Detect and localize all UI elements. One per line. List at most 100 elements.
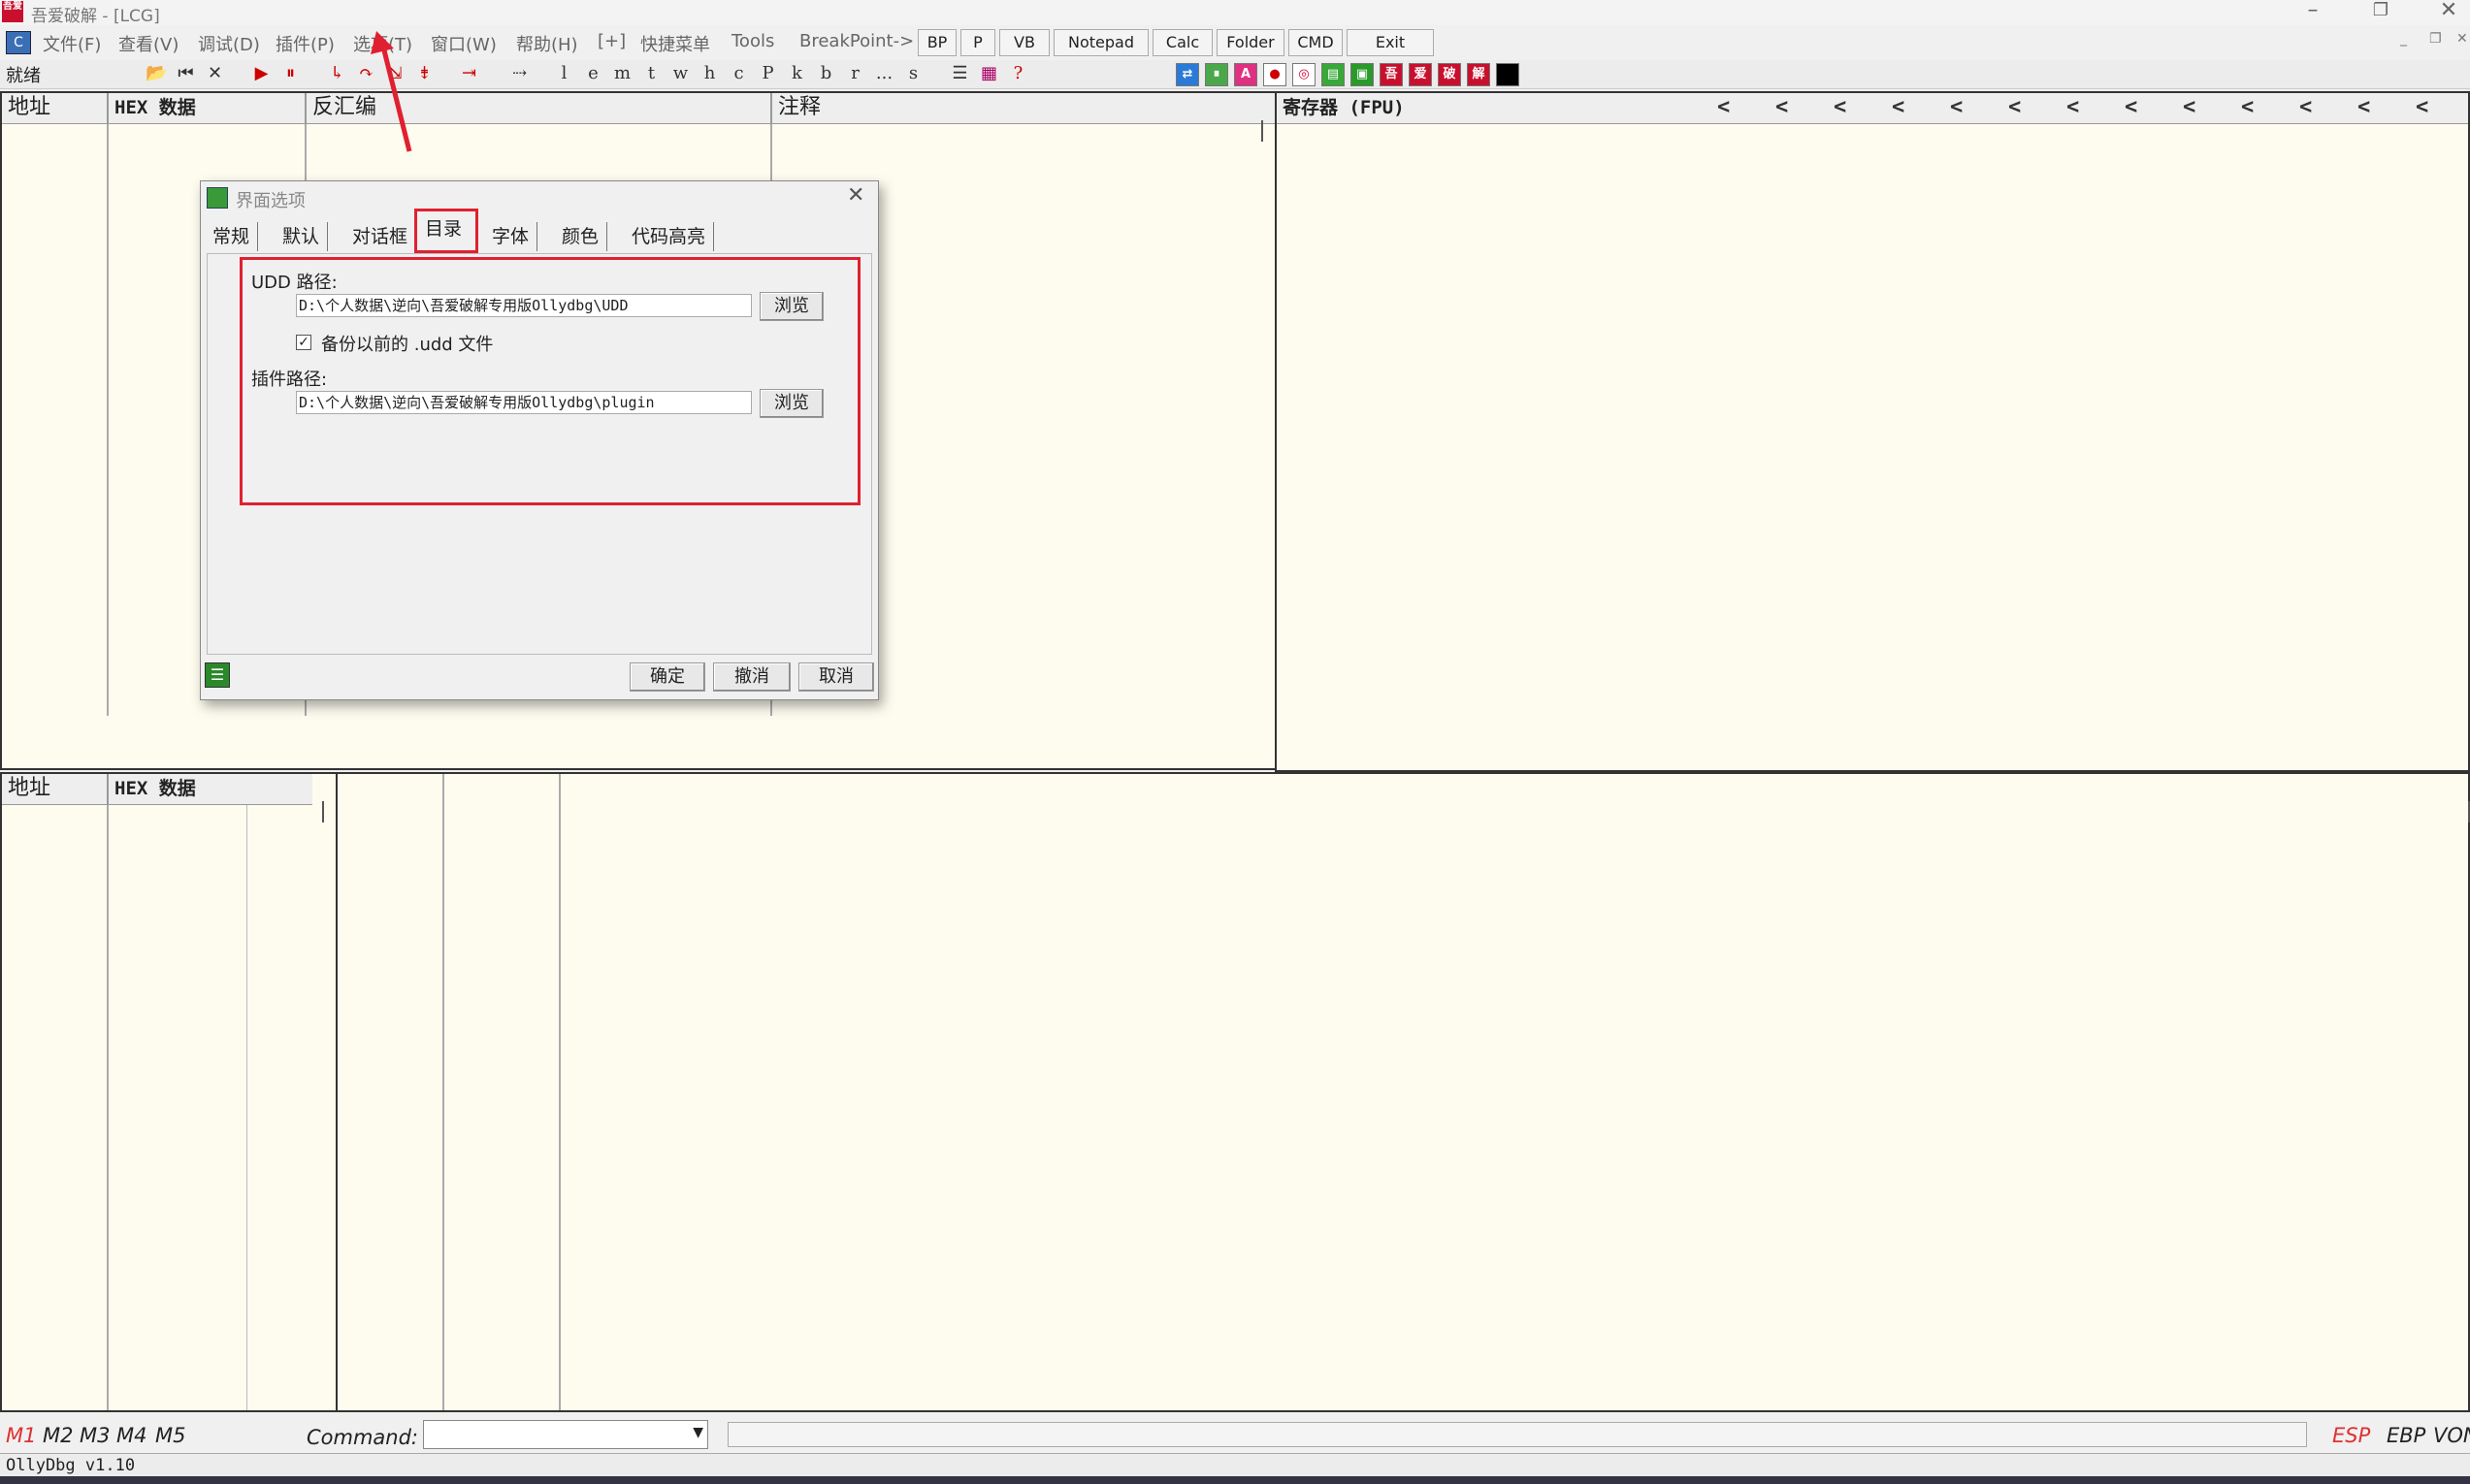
arrow-left-icon[interactable]: < [2357,93,2370,122]
arrow-left-icon[interactable]: < [1834,93,1846,122]
jie-icon[interactable]: 解 [1467,63,1490,86]
toolbar-l[interactable]: l [551,62,577,86]
mdi-restore-icon[interactable]: ❐ [2429,31,2442,47]
toolbar-t[interactable]: t [638,62,665,86]
memory-m3[interactable]: M3 [80,1424,110,1447]
dump-col-address[interactable]: 地址 [2,774,50,804]
registers-pane[interactable]: 寄存器 (FPU) < < < < < < < < < < < < < [1275,91,2470,772]
tab-fonts[interactable]: 字体 [484,222,538,251]
black-box-icon[interactable] [1496,63,1519,86]
arrow-left-icon[interactable]: < [1775,93,1788,122]
close-program-icon[interactable]: ✕ [202,62,228,86]
toolbar-e[interactable]: e [580,62,606,86]
arrow-left-icon[interactable]: < [1717,93,1730,122]
tab-colors[interactable]: 颜色 [554,222,608,251]
target-icon[interactable]: ◎ [1292,63,1316,86]
toolbar-p[interactable]: P [755,62,781,86]
memory-m2[interactable]: M2 [43,1424,73,1447]
folder-button[interactable]: Folder [1217,29,1284,56]
arrow-left-icon[interactable]: < [2299,93,2312,122]
menu-tools[interactable]: Tools [731,31,774,51]
menu-plugins[interactable]: 插件(P) [276,31,335,56]
undo-button[interactable]: 撤消 [713,662,791,692]
p-button[interactable]: P [960,29,995,56]
arrow-left-icon[interactable]: < [2008,93,2021,122]
toolbar-r[interactable]: r [842,62,868,86]
chevron-down-icon[interactable]: ▼ [693,1425,703,1440]
col-address[interactable]: 地址 [2,93,50,123]
reg-ebp[interactable]: EBP [2387,1424,2425,1447]
mdi-minimize-icon[interactable]: _ [2400,31,2407,47]
close-icon[interactable]: ✕ [2429,0,2468,22]
memory-m1[interactable]: M1 [6,1424,36,1447]
notepad-button[interactable]: Notepad [1054,29,1149,56]
toolbar-m[interactable]: m [609,62,635,86]
vb-button[interactable]: VB [999,29,1050,56]
arrow-left-icon[interactable]: < [2183,93,2195,122]
dump-col-hex[interactable]: HEX 数据 [107,774,196,804]
calc-button[interactable]: Calc [1153,29,1213,56]
tab-code-highlight[interactable]: 代码高亮 [624,222,715,251]
toolbar-k[interactable]: k [784,62,810,86]
wu-icon[interactable]: 吾 [1380,63,1403,86]
cpu-window-icon[interactable]: C [6,31,31,54]
menu-breakpoint[interactable]: BreakPoint-> [799,31,914,51]
reg-von[interactable]: VON [2433,1424,2470,1447]
tab-defaults[interactable]: 默认 [275,222,329,251]
help-icon[interactable]: ? [1005,62,1031,86]
backup-checkbox[interactable]: ✓ [296,335,311,350]
arrow-left-icon[interactable]: < [2241,93,2254,122]
goto-icon[interactable]: ⇢ [506,62,533,86]
run-icon[interactable]: ▶ [248,62,275,86]
col-disasm[interactable]: 反汇编 [305,93,376,123]
refresh-icon[interactable]: ⇄ [1176,63,1199,86]
tab-directories[interactable]: 目录 [414,209,478,253]
chip-icon[interactable]: ▤ [1321,63,1345,86]
scrollbar-thumb[interactable] [322,801,324,823]
menu-debug[interactable]: 调试(D) [198,31,260,56]
pause-icon[interactable]: ⏸ [277,62,304,86]
arrow-left-icon[interactable]: < [1950,93,1963,122]
menu-help[interactable]: 帮助(H) [516,31,578,56]
bp-button[interactable]: BP [918,29,957,56]
scrollbar-thumb[interactable] [1261,120,1263,142]
a-icon[interactable]: A [1234,63,1257,86]
col-comment[interactable]: 注释 [770,93,821,123]
po-icon[interactable]: 破 [1438,63,1461,86]
step-into-icon[interactable]: ↳ [324,62,350,86]
open-icon[interactable]: 📂 [144,62,170,86]
cmd-button[interactable]: CMD [1288,29,1343,56]
memory-m5[interactable]: M5 [155,1424,185,1447]
arrow-left-icon[interactable]: < [2066,93,2079,122]
toolbar-s[interactable]: s [900,62,926,86]
tab-dialogs[interactable]: 对话框 [344,222,417,251]
udd-browse-button[interactable]: 浏览 [760,292,824,321]
pause-green-icon[interactable]: ⏸ [1205,63,1228,86]
toolbar-c[interactable]: c [726,62,752,86]
minimize-icon[interactable]: – [2293,0,2332,22]
memory-m4[interactable]: M4 [116,1424,146,1447]
list-icon[interactable]: ☰ [205,662,230,688]
terminal-icon[interactable]: ▣ [1350,63,1374,86]
plugin-browse-button[interactable]: 浏览 [760,389,824,418]
list-icon[interactable]: ☰ [947,62,973,86]
restore-icon[interactable]: ❐ [2361,0,2400,20]
exit-button[interactable]: Exit [1347,29,1434,56]
ok-button[interactable]: 确定 [630,662,705,692]
menu-window[interactable]: 窗口(W) [431,31,497,56]
execute-till-return-icon[interactable]: ⇥ [456,62,482,86]
plugin-path-field[interactable]: D:\个人数据\逆向\吾爱破解专用版Ollydbg\plugin [296,391,752,414]
grid-icon[interactable]: ▦ [976,62,1002,86]
udd-path-field[interactable]: D:\个人数据\逆向\吾爱破解专用版Ollydbg\UDD [296,294,752,317]
dialog-close-icon[interactable]: ✕ [847,183,864,208]
toolbar-b[interactable]: b [813,62,839,86]
arrow-left-icon[interactable]: < [1892,93,1904,122]
record-icon[interactable]: ● [1263,63,1286,86]
col-hex[interactable]: HEX 数据 [107,93,196,123]
menu-shortcuts[interactable]: 快捷菜单 [640,31,710,56]
mdi-close-icon[interactable]: ✕ [2456,31,2468,47]
command-input[interactable]: ▼ [423,1420,708,1449]
arrow-left-icon[interactable]: < [2416,93,2428,122]
toolbar-h[interactable]: h [697,62,723,86]
tab-general[interactable]: 常规 [205,222,259,251]
